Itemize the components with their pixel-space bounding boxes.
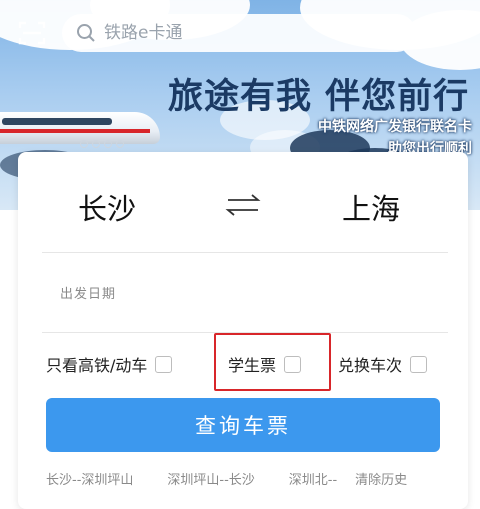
message-icon[interactable]	[438, 18, 466, 48]
search-icon	[76, 23, 96, 43]
history-item[interactable]: 长沙--深圳坪山	[46, 469, 133, 488]
high-speed-only-checkbox[interactable]	[155, 355, 173, 373]
scan-icon[interactable]	[18, 20, 46, 46]
banner-slogan: 旅途有我 伴您前行	[168, 77, 470, 117]
high-speed-only-label: 只看高铁/动车	[46, 356, 148, 375]
ticket-search-card: 长沙 上海 出发日期 只看高铁/动车 学生票 兑换车次 查询车票 长沙--深圳坪…	[18, 152, 468, 509]
exchange-train-option[interactable]: 兑换车次	[338, 352, 428, 376]
from-station[interactable]: 长沙	[42, 186, 172, 228]
search-bar[interactable]	[62, 14, 416, 52]
train-wheels	[80, 140, 130, 148]
high-speed-only-option[interactable]: 只看高铁/动车	[46, 352, 173, 376]
swap-stations-icon[interactable]	[220, 190, 266, 220]
search-history: 长沙--深圳坪山 深圳坪山--长沙 深圳北-- 清除历史	[46, 469, 446, 488]
exchange-train-label: 兑换车次	[338, 356, 403, 375]
student-ticket-highlight	[214, 333, 331, 391]
clear-history-link[interactable]: 清除历史	[355, 469, 407, 488]
search-input[interactable]	[104, 23, 384, 43]
exchange-train-checkbox[interactable]	[410, 355, 428, 373]
history-item[interactable]: 深圳坪山--长沙	[167, 469, 254, 488]
banner-line-1: 中铁网络广发银行联名卡	[318, 119, 472, 135]
history-item[interactable]: 深圳北--	[289, 469, 337, 488]
departure-date-field[interactable]: 出发日期	[60, 283, 116, 302]
divider	[42, 252, 448, 253]
query-tickets-button[interactable]: 查询车票	[46, 398, 440, 452]
to-station[interactable]: 上海	[306, 186, 436, 228]
